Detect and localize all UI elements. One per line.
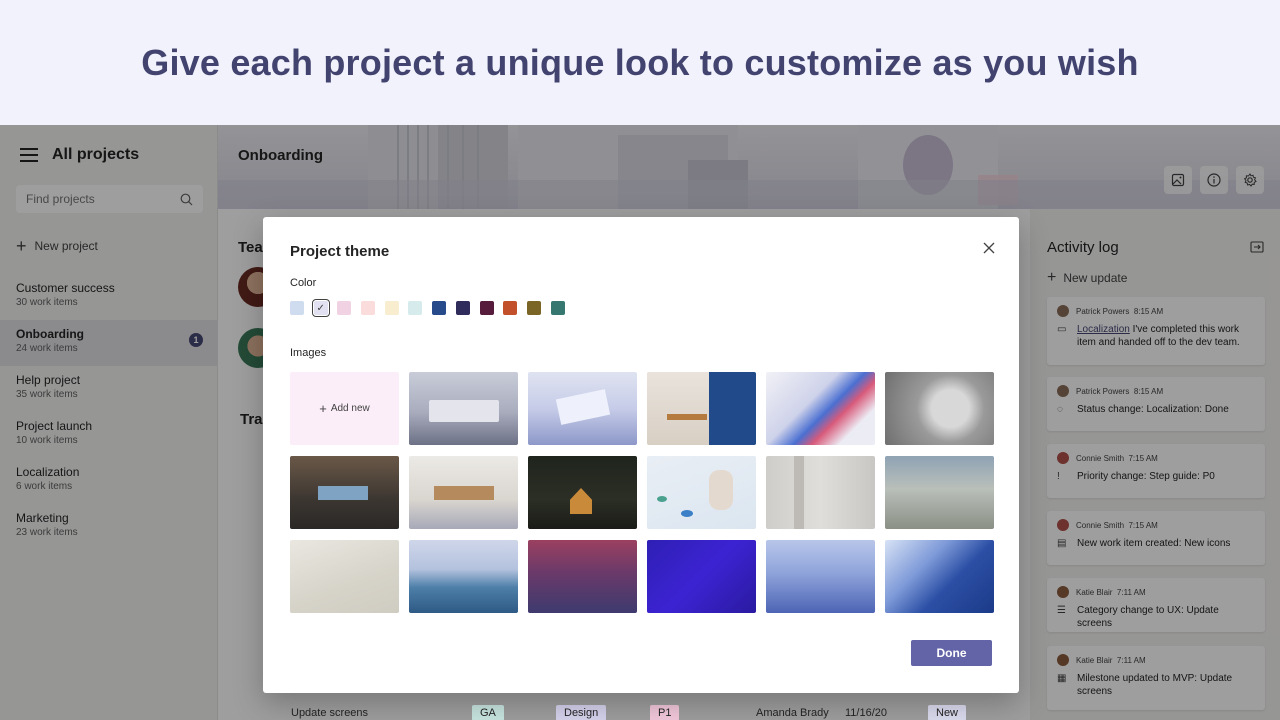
project-theme-dialog: Project theme Color ✓ Images + Add new Do… (263, 217, 1019, 693)
color-swatch[interactable] (361, 301, 376, 315)
dialog-title: Project theme (290, 243, 390, 260)
table-row[interactable]: Update screens GA Design P1 Amanda Brady… (278, 697, 1018, 720)
theme-image-option[interactable] (766, 540, 875, 613)
color-swatch[interactable] (337, 301, 352, 315)
theme-image-option[interactable] (528, 372, 637, 445)
color-swatch[interactable] (550, 301, 565, 315)
assignee-name: Amanda Brady (756, 707, 829, 719)
theme-image-option[interactable] (409, 540, 518, 613)
theme-image-option[interactable] (409, 372, 518, 445)
theme-image-option[interactable] (885, 456, 994, 529)
tag-chip: GA (472, 705, 504, 720)
color-swatches: ✓ (290, 299, 574, 317)
theme-image-option[interactable] (766, 456, 875, 529)
plus-icon: + (319, 401, 327, 416)
promo-banner: Give each project a unique look to custo… (0, 0, 1280, 125)
done-button[interactable]: Done (911, 640, 992, 666)
theme-image-option[interactable] (290, 456, 399, 529)
theme-image-option[interactable] (409, 456, 518, 529)
theme-image-option[interactable] (885, 540, 994, 613)
priority-chip: P1 (650, 705, 680, 720)
color-swatch[interactable] (290, 301, 304, 315)
color-swatch[interactable] (408, 301, 423, 315)
color-swatch[interactable] (503, 301, 518, 315)
tag-chip: Design (556, 705, 607, 720)
theme-image-option[interactable] (647, 372, 756, 445)
checkmark-icon: ✓ (316, 302, 325, 314)
color-swatch[interactable]: ✓ (311, 299, 330, 317)
theme-image-option[interactable] (528, 456, 637, 529)
work-item-name: Update screens (291, 707, 369, 719)
color-section-label: Color (290, 277, 317, 289)
add-new-image-button[interactable]: + Add new (290, 372, 399, 445)
theme-image-option[interactable] (647, 456, 756, 529)
theme-image-option[interactable] (885, 372, 994, 445)
theme-image-option[interactable] (528, 540, 637, 613)
due-date: 11/16/20 (845, 707, 888, 719)
status-chip: New (928, 705, 967, 720)
promo-headline: Give each project a unique look to custo… (141, 41, 1139, 83)
color-swatch[interactable] (526, 301, 541, 315)
color-swatch[interactable] (455, 301, 470, 315)
theme-image-option[interactable] (647, 540, 756, 613)
images-section-label: Images (290, 347, 327, 359)
theme-image-option[interactable] (766, 372, 875, 445)
color-swatch[interactable] (479, 301, 494, 315)
theme-image-option[interactable] (290, 540, 399, 613)
color-swatch[interactable] (432, 301, 447, 315)
image-grid: + Add new (290, 372, 994, 613)
close-icon[interactable] (982, 241, 996, 255)
color-swatch[interactable] (384, 301, 399, 315)
